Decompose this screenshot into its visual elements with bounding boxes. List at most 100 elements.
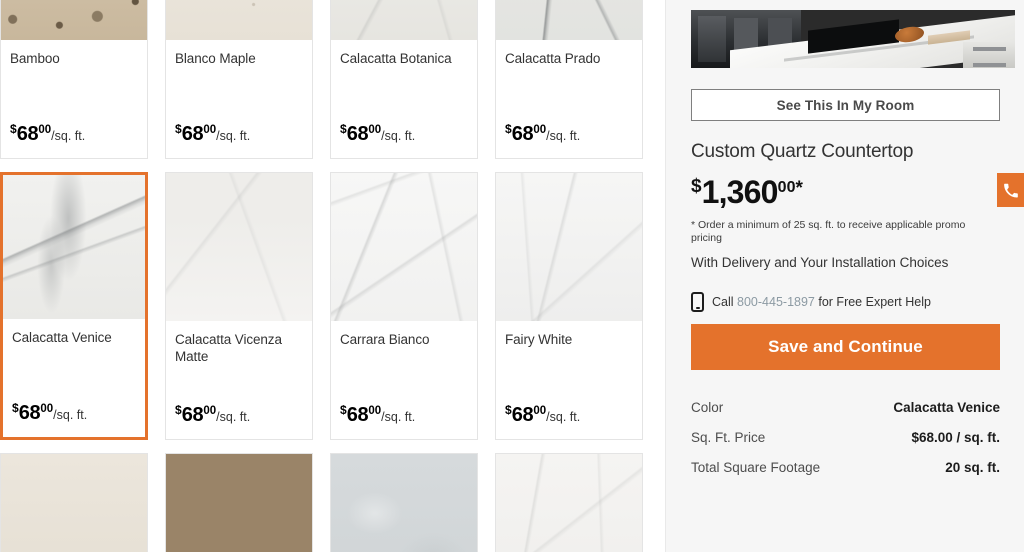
swatch-color-name: Bamboo — [10, 51, 60, 66]
swatch-price-unit: /sq. ft. — [381, 410, 416, 424]
swatch-price: $6800/sq. ft. — [340, 403, 468, 439]
swatch-texture-image — [496, 0, 642, 40]
swatch-row: Calacatta Venice $6800/sq. ft. Calacatta V… — [0, 172, 660, 440]
swatch-texture-fill — [1, 0, 147, 40]
swatch-price-currency: $ — [505, 403, 512, 417]
swatch-price-whole: 68 — [18, 402, 41, 424]
spec-label: Color — [691, 400, 724, 415]
swatch-price-currency: $ — [10, 122, 17, 136]
swatch-texture-fill — [496, 454, 642, 552]
call-expert-row: Call 800-445-1897 for Free Expert Help — [691, 292, 1000, 312]
swatch-price-cents: 00 — [40, 403, 54, 415]
swatch-card[interactable]: Calacatta Prado $6800/sq. ft. — [495, 0, 643, 159]
swatch-price-currency: $ — [175, 122, 182, 136]
swatch-price-unit: /sq. ft. — [216, 129, 251, 143]
total-price: $1,36000* — [691, 174, 1000, 211]
swatch-color-name: Carrara Bianco — [340, 332, 430, 347]
swatch-texture-image — [3, 175, 145, 319]
call-suffix: for Free Expert Help — [818, 295, 931, 309]
swatch-texture-fill — [3, 175, 145, 319]
product-configurator-screen: Bamboo $6800/sq. ft. Blanco Maple $6800/sq.… — [0, 0, 1024, 552]
swatch-color-name: Calacatta Botanica — [340, 51, 452, 66]
swatch-card[interactable]: Fairy White $6800/sq. ft. — [495, 172, 643, 440]
swatch-card[interactable] — [165, 453, 313, 552]
swatch-texture-image — [166, 454, 312, 552]
swatch-card[interactable] — [0, 453, 148, 552]
swatch-card[interactable]: Bamboo $6800/sq. ft. — [0, 0, 148, 159]
swatch-card-body: Fairy White $6800/sq. ft. — [496, 321, 642, 439]
swatch-grid-inner: Bamboo $6800/sq. ft. Blanco Maple $6800/sq.… — [0, 0, 660, 552]
swatch-price-currency: $ — [340, 122, 347, 136]
hero-illustration — [691, 10, 1015, 68]
swatch-price-cents: 00 — [203, 405, 217, 417]
swatch-color-name: Fairy White — [505, 332, 573, 347]
swatch-color-name: Calacatta Vicenza Matte — [175, 332, 282, 364]
swatch-card-selected[interactable]: Calacatta Venice $6800/sq. ft. — [0, 172, 148, 440]
swatch-price-whole: 68 — [181, 404, 204, 426]
swatch-price: $6800/sq. ft. — [10, 122, 138, 158]
swatch-price-cents: 00 — [368, 405, 382, 417]
swatch-texture-image — [496, 454, 642, 552]
swatch-price-unit: /sq. ft. — [53, 408, 88, 422]
swatch-card[interactable]: Carrara Bianco $6800/sq. ft. — [330, 172, 478, 440]
summary-panel-inner: See This In My Room Custom Quartz Counte… — [666, 10, 1024, 482]
swatch-card[interactable]: Calacatta Botanica $6800/sq. ft. — [330, 0, 478, 159]
floating-call-tab[interactable] — [997, 173, 1024, 207]
swatch-card-body: Carrara Bianco $6800/sq. ft. — [331, 321, 477, 439]
price-cents: 00 — [777, 179, 796, 196]
swatch-texture-fill — [331, 173, 477, 321]
swatch-texture-fill — [331, 0, 477, 40]
swatch-card[interactable] — [330, 453, 478, 552]
price-currency-symbol: $ — [691, 176, 702, 197]
swatch-card-body: Blanco Maple $6800/sq. ft. — [166, 40, 312, 158]
swatch-price-unit: /sq. ft. — [216, 410, 251, 424]
swatch-price-unit: /sq. ft. — [546, 129, 581, 143]
swatch-card[interactable]: Blanco Maple $6800/sq. ft. — [165, 0, 313, 159]
phone-icon — [1003, 183, 1018, 198]
swatch-price-unit: /sq. ft. — [546, 410, 581, 424]
swatch-texture-image — [331, 454, 477, 552]
color-swatch-grid[interactable]: Bamboo $6800/sq. ft. Blanco Maple $6800/sq.… — [0, 0, 660, 552]
swatch-texture-fill — [331, 454, 477, 552]
swatch-price-cents: 00 — [203, 124, 217, 136]
swatch-texture-fill — [166, 173, 312, 321]
swatch-card-body: Calacatta Prado $6800/sq. ft. — [496, 40, 642, 158]
spec-value: $68.00 / sq. ft. — [911, 430, 1000, 445]
swatch-card-body: Bamboo $6800/sq. ft. — [1, 40, 147, 158]
product-title: Custom Quartz Countertop — [691, 141, 914, 162]
spec-label: Total Square Footage — [691, 460, 821, 475]
swatch-price-whole: 68 — [346, 404, 369, 426]
swatch-color-name: Calacatta Prado — [505, 51, 601, 66]
swatch-texture-fill — [166, 454, 312, 552]
swatch-texture-image — [1, 0, 147, 40]
swatch-card-body: Calacatta Venice $6800/sq. ft. — [3, 319, 145, 437]
swatch-card[interactable]: Calacatta Vicenza Matte $6800/sq. ft. — [165, 172, 313, 440]
support-phone-number[interactable]: 800-445-1897 — [737, 295, 815, 309]
swatch-card[interactable] — [495, 453, 643, 552]
spec-row: Sq. Ft. Price $68.00 / sq. ft. — [691, 422, 1000, 452]
swatch-texture-image — [331, 173, 477, 321]
swatch-price-currency: $ — [12, 401, 19, 415]
call-prefix: Call — [712, 295, 734, 309]
swatch-row — [0, 453, 660, 552]
swatch-price-whole: 68 — [511, 404, 534, 426]
swatch-price: $6800/sq. ft. — [340, 122, 468, 158]
swatch-price-whole: 68 — [16, 123, 39, 145]
see-this-in-my-room-button[interactable]: See This In My Room — [691, 89, 1000, 121]
swatch-price: $6800/sq. ft. — [175, 122, 303, 158]
swatch-texture-image — [166, 0, 312, 40]
call-text: Call 800-445-1897 for Free Expert Help — [712, 295, 931, 309]
swatch-color-name: Blanco Maple — [175, 51, 256, 66]
spec-label: Sq. Ft. Price — [691, 430, 766, 445]
price-asterisk: * — [795, 178, 803, 199]
swatch-price-whole: 68 — [511, 123, 534, 145]
swatch-price-currency: $ — [175, 403, 182, 417]
swatch-card-body: Calacatta Botanica $6800/sq. ft. — [331, 40, 477, 158]
swatch-price-cents: 00 — [368, 124, 382, 136]
swatch-texture-image — [166, 173, 312, 321]
swatch-price-currency: $ — [505, 122, 512, 136]
swatch-price: $6800/sq. ft. — [505, 122, 633, 158]
swatch-price-currency: $ — [340, 403, 347, 417]
swatch-price: $6800/sq. ft. — [505, 403, 633, 439]
save-and-continue-button[interactable]: Save and Continue — [691, 324, 1000, 370]
